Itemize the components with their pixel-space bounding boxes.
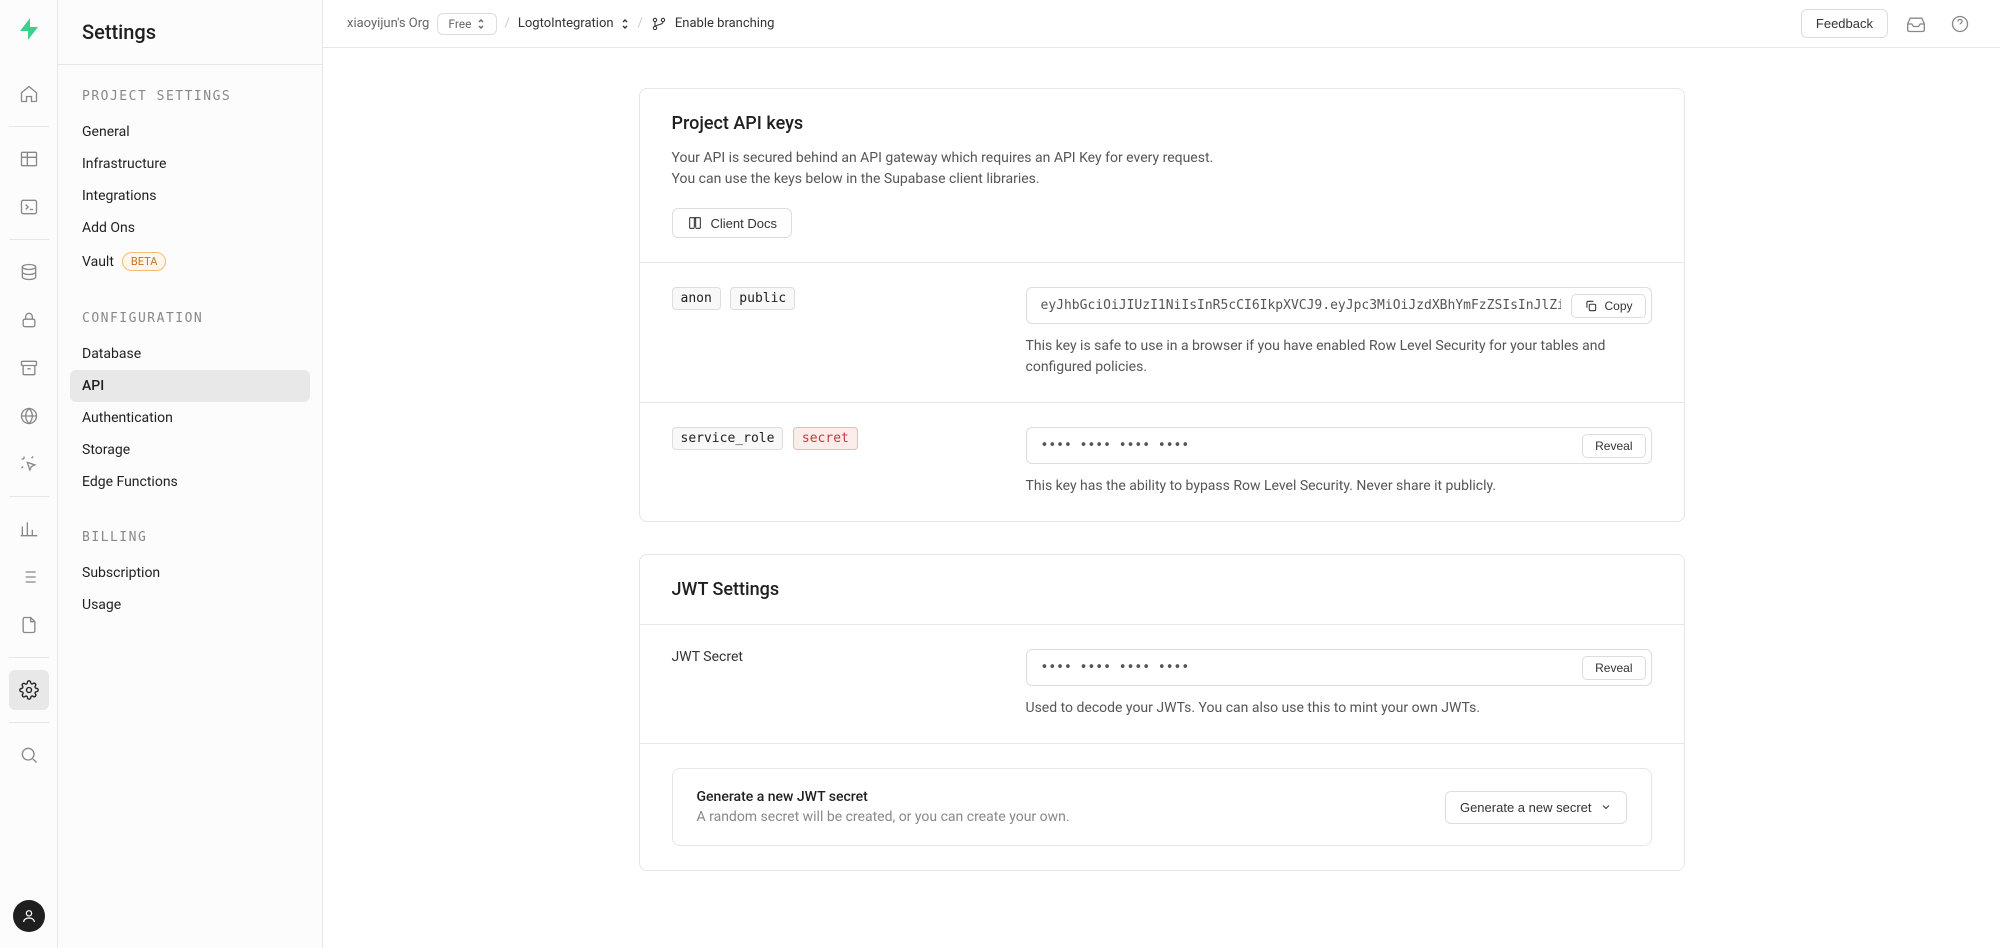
- service-role-tag: service_role: [672, 427, 784, 450]
- archive-icon: [19, 358, 39, 378]
- inbox-button[interactable]: [1900, 8, 1932, 40]
- nav-database[interactable]: [9, 252, 49, 292]
- page-title: Settings: [58, 0, 322, 65]
- service-role-key-input[interactable]: [1026, 427, 1652, 464]
- nav-reports[interactable]: [9, 509, 49, 549]
- icon-sidebar: [0, 0, 58, 948]
- nav-item-subscription[interactable]: Subscription: [70, 557, 310, 589]
- section-title-billing: BILLING: [70, 530, 310, 557]
- jwt-title: JWT Settings: [672, 579, 1652, 600]
- section-title-config: CONFIGURATION: [70, 311, 310, 338]
- nav-sql[interactable]: [9, 187, 49, 227]
- feedback-button[interactable]: Feedback: [1801, 9, 1888, 38]
- reveal-jwt-button[interactable]: Reveal: [1582, 656, 1645, 680]
- public-tag: public: [730, 287, 795, 310]
- nav-item-edge-functions[interactable]: Edge Functions: [70, 466, 310, 498]
- nav-item-storage[interactable]: Storage: [70, 434, 310, 466]
- nav-item-integrations[interactable]: Integrations: [70, 180, 310, 212]
- search-icon: [19, 745, 39, 765]
- file-icon: [19, 615, 39, 635]
- chevron-updown-icon: [476, 18, 486, 30]
- secret-tag: secret: [793, 427, 858, 450]
- org-name[interactable]: xiaoyijun's Org: [347, 16, 429, 31]
- api-keys-card: Project API keys Your API is secured beh…: [639, 88, 1685, 522]
- generate-jwt-desc: A random secret will be created, or you …: [697, 809, 1421, 825]
- reveal-button[interactable]: Reveal: [1582, 434, 1645, 458]
- section-title-project: PROJECT SETTINGS: [70, 89, 310, 116]
- top-bar: xiaoyijun's Org Free / LogtoIntegration …: [323, 0, 2000, 48]
- nav-item-authentication[interactable]: Authentication: [70, 402, 310, 434]
- jwt-secret-label: JWT Secret: [672, 649, 1002, 665]
- service-key-hint: This key has the ability to bypass Row L…: [1026, 476, 1652, 497]
- book-icon: [687, 215, 703, 231]
- copy-icon: [1584, 299, 1598, 313]
- anon-key-hint: This key is safe to use in a browser if …: [1026, 336, 1652, 378]
- inbox-icon: [1906, 14, 1926, 34]
- copy-button[interactable]: Copy: [1571, 294, 1645, 318]
- anon-key-input[interactable]: [1026, 287, 1652, 324]
- help-icon: [1950, 14, 1970, 34]
- nav-item-addons[interactable]: Add Ons: [70, 212, 310, 244]
- beta-badge: BETA: [122, 252, 167, 271]
- generate-secret-button[interactable]: Generate a new secret: [1445, 791, 1627, 824]
- globe-icon: [19, 406, 39, 426]
- generate-jwt-box: Generate a new JWT secret A random secre…: [672, 768, 1652, 846]
- nav-logs[interactable]: [9, 557, 49, 597]
- branch-icon: [651, 16, 667, 32]
- logo[interactable]: [16, 16, 42, 42]
- nav-edge[interactable]: [9, 396, 49, 436]
- generate-jwt-title: Generate a new JWT secret: [697, 789, 1421, 805]
- nav-item-infrastructure[interactable]: Infrastructure: [70, 148, 310, 180]
- jwt-secret-hint: Used to decode your JWTs. You can also u…: [1026, 698, 1652, 719]
- nav-storage[interactable]: [9, 348, 49, 388]
- chevron-down-icon: [1600, 801, 1612, 813]
- home-icon: [19, 84, 39, 104]
- breadcrumb-sep: /: [638, 16, 643, 31]
- main: xiaoyijun's Org Free / LogtoIntegration …: [323, 0, 2000, 948]
- cursor-click-icon: [19, 454, 39, 474]
- api-keys-desc: Your API is secured behind an API gatewa…: [672, 148, 1652, 190]
- breadcrumb-sep: /: [505, 16, 510, 31]
- anon-tag: anon: [672, 287, 721, 310]
- table-icon: [19, 149, 39, 169]
- nav-item-usage[interactable]: Usage: [70, 589, 310, 621]
- supabase-logo-icon: [16, 16, 42, 42]
- nav-search[interactable]: [9, 735, 49, 775]
- chart-icon: [19, 519, 39, 539]
- help-button[interactable]: [1944, 8, 1976, 40]
- chevron-updown-icon: [620, 18, 630, 30]
- list-icon: [19, 567, 39, 587]
- breadcrumb: xiaoyijun's Org Free / LogtoIntegration …: [347, 13, 774, 35]
- nav-realtime[interactable]: [9, 444, 49, 484]
- user-icon: [21, 908, 37, 924]
- nav-settings[interactable]: [9, 670, 49, 710]
- api-keys-title: Project API keys: [672, 113, 1652, 134]
- content: Project API keys Your API is secured beh…: [323, 48, 2000, 948]
- lock-icon: [19, 310, 39, 330]
- user-avatar[interactable]: [13, 900, 45, 932]
- database-icon: [19, 262, 39, 282]
- nav-auth[interactable]: [9, 300, 49, 340]
- nav-home[interactable]: [9, 74, 49, 114]
- nav-item-database[interactable]: Database: [70, 338, 310, 370]
- nav-table[interactable]: [9, 139, 49, 179]
- jwt-secret-input[interactable]: [1026, 649, 1652, 686]
- nav-item-vault[interactable]: VaultBETA: [70, 244, 310, 279]
- terminal-icon: [19, 197, 39, 217]
- nav-item-api[interactable]: API: [70, 370, 310, 402]
- client-docs-button[interactable]: Client Docs: [672, 208, 792, 238]
- settings-sidebar: Settings PROJECT SETTINGS General Infras…: [58, 0, 323, 948]
- gear-icon: [19, 680, 39, 700]
- enable-branching-button[interactable]: Enable branching: [651, 16, 775, 32]
- plan-badge[interactable]: Free: [437, 13, 496, 35]
- nav-api-docs[interactable]: [9, 605, 49, 645]
- jwt-card: JWT Settings JWT Secret Reveal Used t: [639, 554, 1685, 871]
- nav-item-general[interactable]: General: [70, 116, 310, 148]
- project-selector[interactable]: LogtoIntegration: [518, 16, 630, 31]
